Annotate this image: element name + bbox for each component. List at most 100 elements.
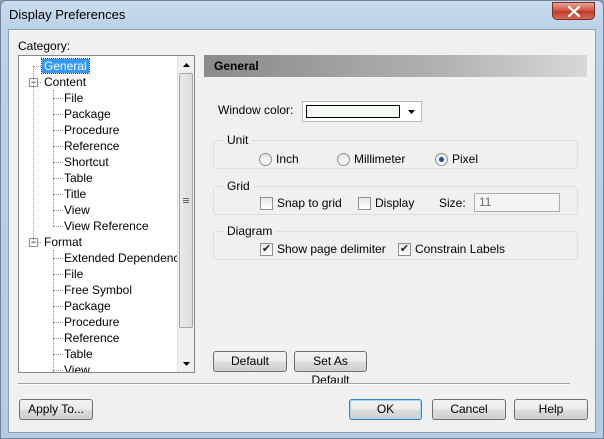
grid-group-title: Grid (224, 179, 253, 193)
tree-connector (33, 66, 41, 67)
radio-millimeter[interactable] (337, 152, 350, 166)
cancel-button[interactable]: Cancel (432, 399, 506, 420)
grid-display-label: Display (375, 196, 415, 210)
apply-to-button[interactable]: Apply To... (19, 399, 93, 420)
show-page-delimiter-checkbox[interactable]: ✔ (260, 242, 273, 256)
tree-connector (53, 250, 54, 372)
tree-leaf[interactable]: Reference (19, 138, 177, 154)
tree-leaf[interactable]: Table (19, 346, 177, 362)
snap-to-grid-option[interactable]: Snap to grid (260, 196, 342, 210)
constrain-labels-label: Constrain Labels (415, 242, 506, 256)
window-title: Display Preferences (9, 7, 126, 22)
radio-inch[interactable] (259, 152, 272, 166)
unit-millimeter-option[interactable]: Millimeter (337, 152, 405, 166)
tree-item-label: Table (64, 347, 93, 361)
grip-line (183, 200, 189, 201)
grid-size-input[interactable]: 11 (474, 193, 560, 212)
tree-item-label: Title (64, 187, 87, 201)
color-swatch (306, 105, 400, 118)
chevron-down-icon (408, 109, 415, 114)
snap-to-grid-label: Snap to grid (277, 196, 342, 210)
category-tree[interactable]: General − Content File Package Procedure Refer… (18, 55, 195, 373)
scroll-down-button[interactable] (178, 355, 194, 372)
default-button[interactable]: Default (213, 351, 287, 372)
tree-leaf[interactable]: Procedure (19, 314, 177, 330)
tree-item-label: Shortcut (64, 155, 109, 169)
tree-item-label: Procedure (64, 315, 120, 329)
grip-line (183, 202, 189, 203)
tree-leaf[interactable]: File (19, 266, 177, 282)
tree-leaf[interactable]: Procedure (19, 122, 177, 138)
tree-leaf[interactable]: View (19, 202, 177, 218)
unit-inch-label: Inch (276, 152, 299, 166)
show-page-delimiter-option[interactable]: ✔ Show page delimiter (260, 242, 386, 256)
constrain-labels-option[interactable]: ✔ Constrain Labels (398, 242, 505, 256)
unit-inch-option[interactable]: Inch (259, 152, 299, 166)
close-icon (567, 5, 580, 17)
dialog-window: Display Preferences Category: General − Co… (0, 0, 604, 439)
diagram-group-title: Diagram (224, 224, 276, 238)
radio-pixel[interactable] (435, 152, 448, 166)
arrow-down-icon (183, 361, 190, 366)
category-tree-items: General − Content File Package Procedure Refer… (19, 56, 177, 372)
constrain-labels-checkbox[interactable]: ✔ (398, 242, 411, 256)
grid-display-option[interactable]: Display (358, 196, 414, 210)
tree-node[interactable]: − Content (19, 74, 177, 90)
tree-item-label: Reference (64, 139, 120, 153)
tree-scrollbar[interactable] (177, 56, 194, 372)
tree-leaf[interactable]: Title (19, 186, 177, 202)
scroll-thumb[interactable] (179, 73, 193, 328)
window-color-label: Window color: (218, 103, 294, 117)
snap-to-grid-checkbox[interactable] (260, 196, 273, 210)
category-label: Category: (18, 39, 71, 53)
tree-node[interactable]: − Format (19, 234, 177, 250)
unit-pixel-option[interactable]: Pixel (435, 152, 478, 166)
tree-node[interactable]: General (19, 58, 177, 74)
tree-item-label: View (64, 363, 90, 372)
tree-item-label: Package (64, 299, 111, 313)
tree-item-label: General (41, 58, 90, 74)
tree-item-label: View (64, 203, 90, 217)
tree-leaf[interactable]: Package (19, 106, 177, 122)
tree-leaf[interactable]: View Reference (19, 218, 177, 234)
tree-leaf[interactable]: View (19, 362, 177, 372)
tree-item-label: File (64, 91, 84, 105)
tree-leaf[interactable]: Table (19, 170, 177, 186)
tree-item-label: Table (64, 171, 93, 185)
arrow-up-icon (183, 62, 190, 67)
tree-item-label: File (64, 267, 84, 281)
tree-leaf[interactable]: Package (19, 298, 177, 314)
scroll-up-button[interactable] (178, 56, 194, 73)
grid-display-checkbox[interactable] (358, 196, 371, 210)
tree-item-label: Extended Dependency (64, 251, 177, 265)
tree-leaf[interactable]: Extended Dependency (19, 250, 177, 266)
window-color-picker[interactable] (302, 101, 422, 122)
tree-item-label: Free Symbol (64, 283, 133, 297)
tree-item-label: Content (44, 75, 87, 89)
unit-millimeter-label: Millimeter (354, 152, 406, 166)
footer-separator (18, 383, 570, 385)
close-button[interactable] (552, 2, 595, 20)
unit-pixel-label: Pixel (452, 152, 479, 166)
tree-leaf[interactable]: Shortcut (19, 154, 177, 170)
tree-item-label: Procedure (64, 123, 120, 137)
tree-item-label: Format (44, 235, 83, 249)
title-bar[interactable]: Display Preferences (1, 1, 603, 29)
tree-item-label: Reference (64, 331, 120, 345)
tree-leaf[interactable]: File (19, 90, 177, 106)
grip-line (183, 198, 189, 199)
help-button[interactable]: Help (514, 399, 588, 420)
set-as-default-button[interactable]: Set As Default (294, 351, 367, 387)
grid-size-label: Size: (439, 196, 466, 210)
dialog-body: Category: General − Content File Package Proc… (8, 29, 596, 433)
ok-button[interactable]: OK (349, 399, 422, 420)
unit-group-title: Unit (224, 133, 252, 147)
tree-connector (53, 90, 54, 226)
tree-leaf[interactable]: Reference (19, 330, 177, 346)
section-header: General (204, 55, 587, 77)
show-page-delimiter-label: Show page delimiter (277, 242, 386, 256)
tree-leaf[interactable]: Free Symbol (19, 282, 177, 298)
tree-item-label: View Reference (64, 219, 149, 233)
color-dropdown-button[interactable] (402, 102, 421, 121)
tree-item-label: Package (64, 107, 111, 121)
